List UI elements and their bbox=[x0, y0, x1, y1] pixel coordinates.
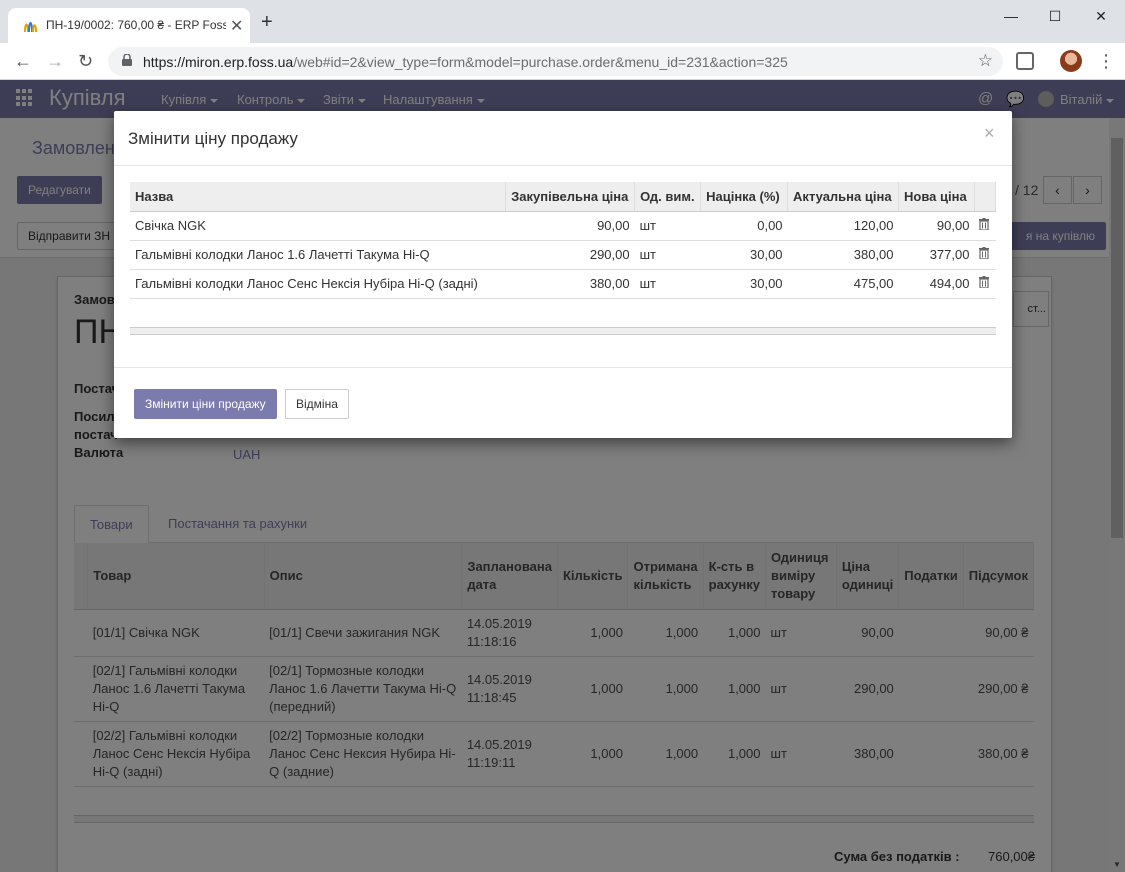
table-row[interactable]: Свічка NGK 90,00 шт 0,00 120,00 90,00 bbox=[130, 211, 996, 241]
price-new[interactable]: 377,00 bbox=[898, 240, 975, 270]
price-uom: шт bbox=[634, 211, 701, 241]
price-current: 120,00 bbox=[787, 211, 899, 241]
window-close-icon[interactable]: ✕ bbox=[1078, 4, 1124, 28]
col-markup[interactable]: Націнка (%) bbox=[700, 182, 789, 212]
tab-title: ПН-19/0002: 760,00 ₴ - ERP Foss bbox=[46, 18, 226, 32]
price-name: Гальмівні колодки Ланос Сенс Нексія Нубі… bbox=[130, 269, 506, 299]
new-tab-icon[interactable]: + bbox=[261, 12, 273, 32]
url-input[interactable]: https://miron.erp.foss.ua/web#id=2&view_… bbox=[108, 47, 1003, 76]
price-current: 380,00 bbox=[787, 240, 899, 270]
trash-icon[interactable] bbox=[979, 276, 990, 288]
apply-prices-button[interactable]: Змінити ціни продажу bbox=[134, 389, 277, 419]
dialog-title: Змінити ціну продажу bbox=[128, 129, 298, 148]
trash-icon[interactable] bbox=[979, 218, 990, 230]
price-table-footer bbox=[130, 327, 996, 335]
price-cost: 290,00 bbox=[505, 240, 635, 270]
profile-avatar[interactable] bbox=[1060, 50, 1082, 72]
lock-icon bbox=[122, 54, 132, 66]
extension-icon[interactable] bbox=[1016, 52, 1034, 70]
price-table: Назва Закупівельна ціна Од. вим. Націнка… bbox=[130, 182, 997, 299]
price-cost: 90,00 bbox=[505, 211, 635, 241]
dialog-footer: Змінити ціни продажу Відміна bbox=[114, 367, 1012, 438]
bookmark-star-icon[interactable]: ☆ bbox=[978, 51, 993, 71]
col-current-price[interactable]: Актуальна ціна bbox=[787, 182, 900, 212]
price-markup[interactable]: 30,00 bbox=[700, 269, 788, 299]
price-uom: шт bbox=[634, 269, 701, 299]
price-new[interactable]: 90,00 bbox=[898, 211, 975, 241]
browser-tab[interactable]: ПН-19/0002: 760,00 ₴ - ERP Foss ✕ bbox=[8, 8, 250, 43]
col-cost[interactable]: Закупівельна ціна bbox=[505, 182, 636, 212]
back-icon[interactable]: ← bbox=[14, 51, 32, 71]
table-row[interactable]: Гальмівні колодки Ланос 1.6 Лачетті Таку… bbox=[130, 240, 996, 270]
price-new[interactable]: 494,00 bbox=[898, 269, 975, 299]
change-price-dialog: Змінити ціну продажу × Назва Закупівельн… bbox=[114, 111, 1012, 438]
price-name: Свічка NGK bbox=[130, 211, 506, 241]
col-new-price[interactable]: Нова ціна bbox=[898, 182, 975, 212]
cancel-button[interactable]: Відміна bbox=[285, 389, 349, 419]
minimize-icon[interactable]: — bbox=[988, 4, 1034, 28]
maximize-icon[interactable]: ☐ bbox=[1032, 4, 1078, 28]
address-bar: ← → ↻ https://miron.erp.foss.ua/web#id=2… bbox=[0, 43, 1125, 80]
dialog-header: Змінити ціну продажу × bbox=[114, 111, 1012, 166]
close-icon[interactable]: × bbox=[984, 123, 995, 144]
browser-titlebar: ПН-19/0002: 760,00 ₴ - ERP Foss ✕ + — ☐ … bbox=[0, 0, 1125, 43]
price-uom: шт bbox=[634, 240, 701, 270]
tab-close-icon[interactable]: ✕ bbox=[230, 16, 243, 36]
reload-icon[interactable]: ↻ bbox=[78, 51, 93, 71]
price-cost: 380,00 bbox=[505, 269, 635, 299]
col-actions bbox=[974, 182, 997, 212]
col-uom[interactable]: Од. вим. bbox=[634, 182, 702, 212]
price-markup[interactable]: 0,00 bbox=[700, 211, 788, 241]
trash-icon[interactable] bbox=[979, 247, 990, 259]
url-text: https://miron.erp.foss.ua/web#id=2&view_… bbox=[143, 54, 788, 70]
delete-row[interactable] bbox=[974, 269, 996, 299]
price-markup[interactable]: 30,00 bbox=[700, 240, 788, 270]
table-row[interactable]: Гальмівні колодки Ланос Сенс Нексія Нубі… bbox=[130, 269, 996, 299]
price-current: 475,00 bbox=[787, 269, 899, 299]
forward-icon[interactable]: → bbox=[46, 51, 64, 71]
price-table-header: Назва Закупівельна ціна Од. вим. Націнка… bbox=[130, 182, 997, 212]
price-name: Гальмівні колодки Ланос 1.6 Лачетті Таку… bbox=[130, 240, 506, 270]
col-name[interactable]: Назва bbox=[130, 182, 507, 212]
browser-menu-icon[interactable]: ⋮ bbox=[1097, 51, 1115, 72]
delete-row[interactable] bbox=[974, 240, 996, 270]
delete-row[interactable] bbox=[974, 211, 996, 241]
favicon-icon bbox=[24, 22, 37, 33]
